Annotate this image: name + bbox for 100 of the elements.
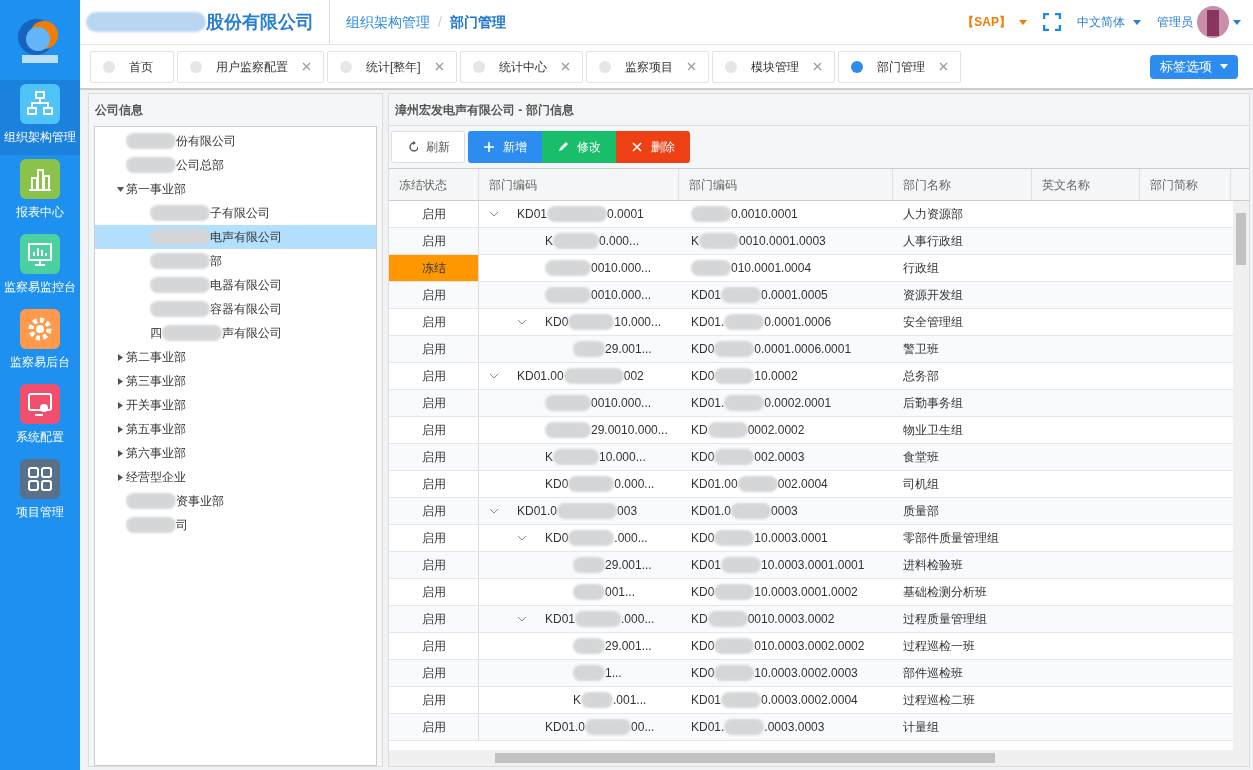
table-cell: 启用 bbox=[389, 444, 479, 470]
blurred-text-mark bbox=[568, 314, 615, 330]
table-cell-text: K bbox=[691, 233, 699, 250]
tree-text: 资事业部 bbox=[176, 493, 224, 510]
fullscreen-icon[interactable] bbox=[1043, 13, 1061, 31]
table-cell-text: 1... bbox=[605, 665, 622, 682]
vertical-scrollbar[interactable] bbox=[1233, 201, 1249, 750]
delete-button[interactable]: 删除 bbox=[616, 131, 690, 163]
tree-item[interactable]: 公司总部 bbox=[95, 153, 376, 177]
table-cell-text: 0.0001 bbox=[607, 206, 644, 223]
table-cell-text: KD bbox=[691, 611, 708, 628]
table-cell-text: KD0 bbox=[691, 530, 715, 547]
table-cell-text: 010.0001.0004 bbox=[731, 260, 812, 277]
nav-label: 报表中心 bbox=[16, 204, 64, 221]
column-header[interactable]: 部门简称 bbox=[1140, 169, 1231, 200]
language-dropdown[interactable]: 中文简体 bbox=[1077, 13, 1141, 31]
blurred-text-mark bbox=[714, 449, 755, 465]
table-cell-text: 10.000... bbox=[614, 314, 662, 331]
blurred-text-mark bbox=[724, 719, 765, 735]
tab[interactable]: 模块管理 bbox=[711, 50, 835, 83]
panel-title: 公司信息 bbox=[94, 102, 144, 119]
tree-item[interactable]: 第二事业部 bbox=[95, 345, 376, 369]
tab[interactable]: 用户监察配置 bbox=[177, 50, 324, 83]
table-cell-text: 警卫班 bbox=[903, 341, 939, 358]
tree-item[interactable]: 电器有限公司 bbox=[95, 273, 376, 297]
table-cell-text: 10.0003.0002.0003 bbox=[754, 665, 858, 682]
tree-item[interactable]: 四 声有限公司 bbox=[95, 321, 376, 345]
blurred-text-mark bbox=[553, 233, 599, 249]
tree-text: 第三事业部 bbox=[126, 373, 186, 390]
blurred-text-mark bbox=[714, 341, 755, 357]
collapsed-caret-icon bbox=[117, 377, 124, 385]
refresh-button[interactable]: 刷新 bbox=[391, 131, 465, 163]
tab[interactable]: 统计[整年] bbox=[327, 50, 457, 83]
table-cell-text: 过程巡检二班 bbox=[903, 692, 975, 709]
collapsed-caret-icon bbox=[117, 425, 124, 433]
table-cell-text: KD01.00 bbox=[517, 368, 564, 385]
breadcrumb-link[interactable]: 组织架构管理 bbox=[346, 11, 430, 33]
table-cell-text: 行政组 bbox=[903, 260, 939, 277]
table-cell-text: 资源开发组 bbox=[903, 287, 963, 304]
tree-item[interactable]: 资事业部 bbox=[95, 489, 376, 513]
table-cell-text: KD01.0 bbox=[691, 503, 732, 520]
table-cell-text: 10.000... bbox=[599, 449, 646, 466]
blurred-text-mark bbox=[691, 206, 731, 222]
table-cell-text: 0010.0001.0003 bbox=[739, 233, 826, 250]
blurred-text-mark bbox=[150, 205, 210, 221]
tree-item[interactable]: 第六事业部 bbox=[95, 441, 376, 465]
tree-item[interactable]: 子有限公司 bbox=[95, 201, 376, 225]
table-cell-text: 010.0003.0002.0002 bbox=[754, 638, 865, 655]
blurred-text-mark bbox=[737, 476, 778, 492]
column-header[interactable]: 部门名称 bbox=[893, 169, 1032, 200]
horizontal-scrollbar[interactable] bbox=[389, 750, 1249, 766]
tree-item[interactable]: 第三事业部 bbox=[95, 369, 376, 393]
tree-item[interactable]: 部 bbox=[95, 249, 376, 273]
nav-label: 系统配置 bbox=[16, 429, 64, 446]
tree-item[interactable]: 容器有限公司 bbox=[95, 297, 376, 321]
blurred-text-mark bbox=[573, 638, 605, 654]
table-cell-text: KD0 bbox=[691, 584, 715, 601]
tab[interactable]: 统计中心 bbox=[459, 50, 583, 83]
table-cell: 启用 bbox=[389, 660, 479, 686]
breadcrumb-separator: / bbox=[438, 12, 442, 32]
tree-text: 电声有限公司 bbox=[210, 229, 282, 246]
table-cell-text: KD0 bbox=[691, 449, 715, 466]
column-header[interactable]: 英文名称 bbox=[1032, 169, 1140, 200]
table-cell-text: 司机组 bbox=[903, 476, 939, 493]
table-cell-text: 零部件质量管理组 bbox=[903, 530, 999, 547]
tree-item[interactable]: 第一事业部 bbox=[95, 177, 376, 201]
collapsed-caret-icon bbox=[117, 473, 124, 481]
tab[interactable]: 监察项目 bbox=[585, 50, 709, 83]
tree-text: 公司总部 bbox=[176, 157, 224, 174]
column-header[interactable]: 冻结状态 bbox=[389, 169, 479, 200]
nav-item[interactable]: 组织架构管理 bbox=[0, 80, 80, 155]
table-cell: 启用 bbox=[389, 471, 479, 497]
tab[interactable]: 首页 bbox=[90, 50, 174, 83]
tree-item[interactable]: 份有限公司 bbox=[95, 129, 376, 153]
blurred-text-mark bbox=[545, 395, 591, 411]
tree-item[interactable]: 经营型企业 bbox=[95, 465, 376, 489]
table-cell-text: 29.001... bbox=[605, 341, 652, 358]
tree-item[interactable]: 第五事业部 bbox=[95, 417, 376, 441]
tree-text: 经营型企业 bbox=[126, 469, 186, 486]
blurred-text-mark bbox=[573, 557, 605, 573]
table-cell-text: 进料检验班 bbox=[903, 557, 963, 574]
table-cell-text: KD bbox=[691, 422, 708, 439]
tree-text: 声有限公司 bbox=[222, 325, 282, 342]
column-header[interactable]: 部门编码 bbox=[679, 169, 893, 200]
blurred-text-mark bbox=[575, 611, 622, 627]
tree-item[interactable]: 开关事业部 bbox=[95, 393, 376, 417]
user-menu[interactable]: 管理员 bbox=[1157, 6, 1241, 38]
blurred-text-mark bbox=[581, 692, 613, 708]
blurred-text-mark bbox=[721, 557, 762, 573]
table-cell: 启用 bbox=[389, 498, 479, 524]
table-cell-text: 002 bbox=[623, 368, 644, 385]
blurred-text-mark bbox=[724, 314, 765, 330]
column-header[interactable]: 部门编码 bbox=[479, 169, 679, 200]
tree-item[interactable]: 电声有限公司 bbox=[95, 225, 376, 249]
breadcrumb-link[interactable]: 部门管理 bbox=[449, 11, 506, 33]
tree-item[interactable]: 司 bbox=[95, 513, 376, 537]
blurred-text-mark bbox=[568, 530, 615, 546]
caret-icon bbox=[1019, 19, 1027, 25]
table-cell-text: 10.0003.0001.0002 bbox=[754, 584, 858, 601]
tab[interactable]: 部门管理 bbox=[837, 50, 961, 83]
